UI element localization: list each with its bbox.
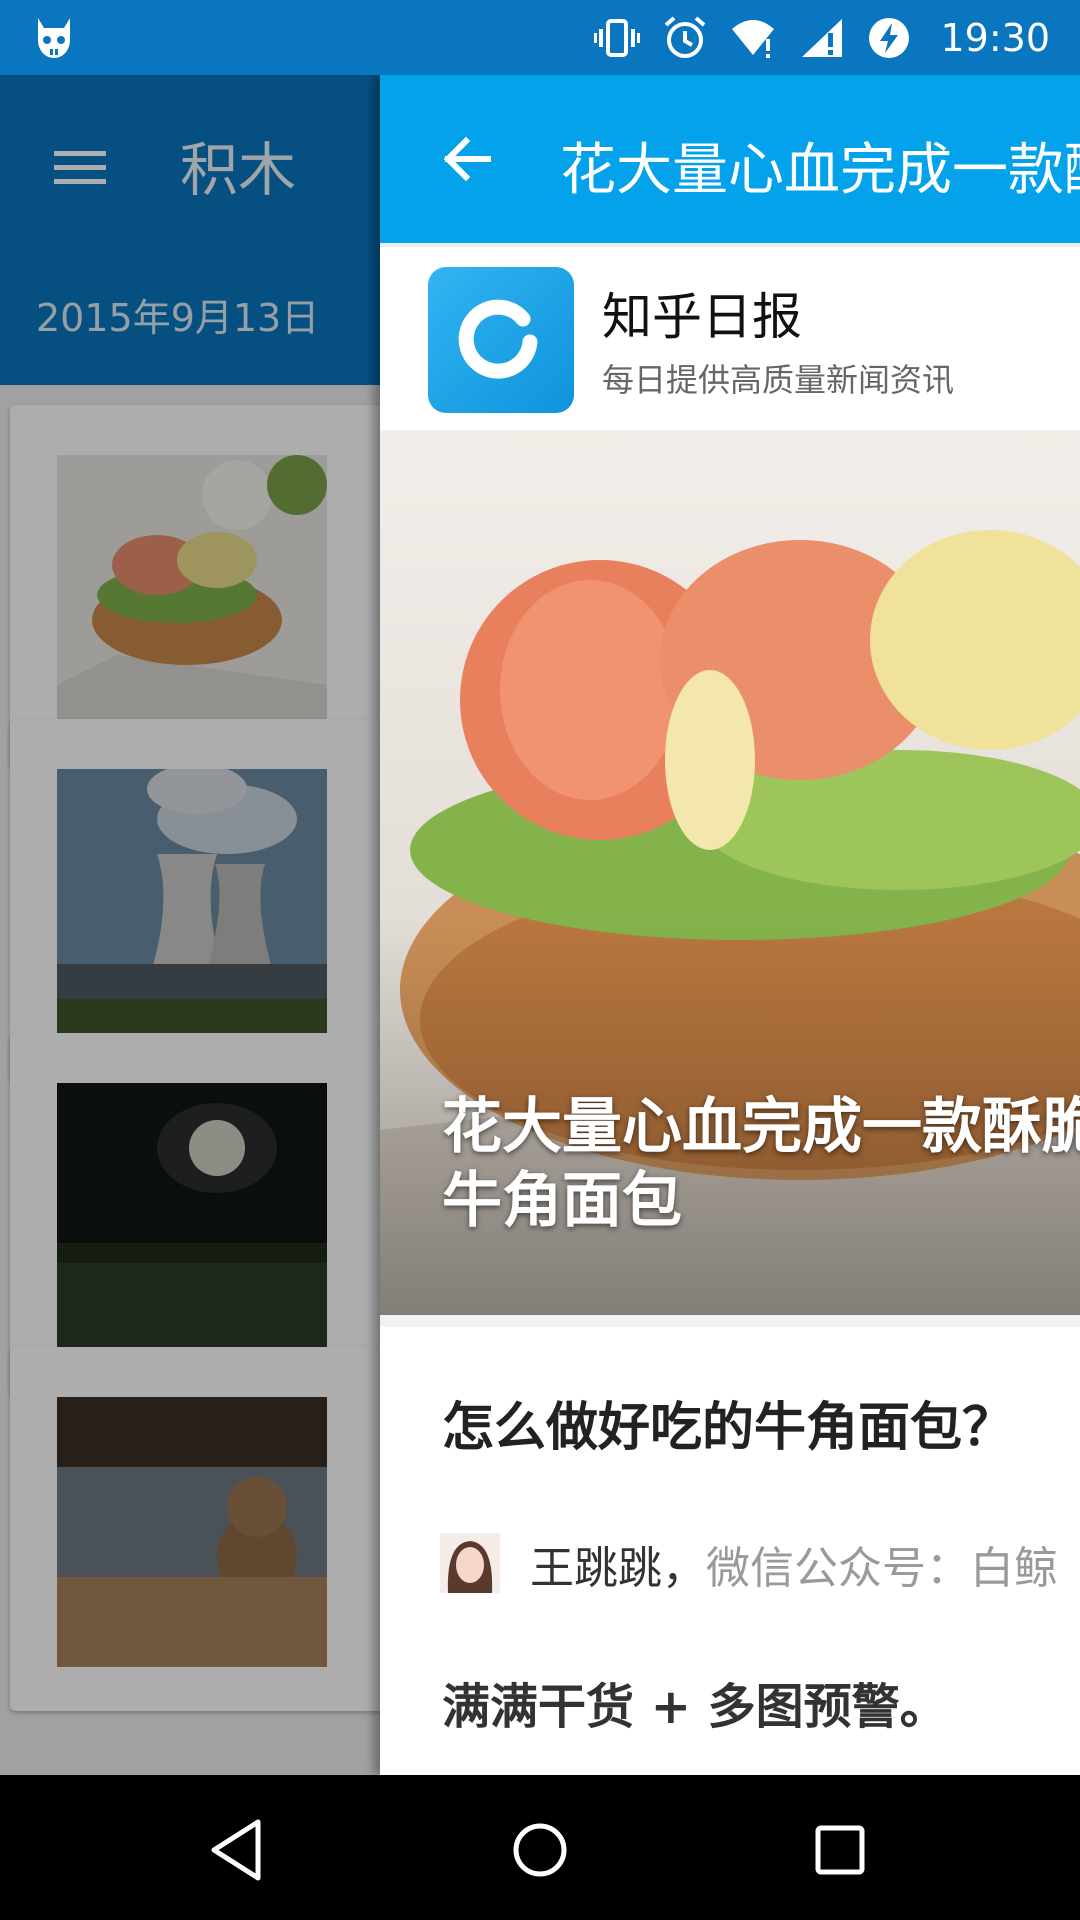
battery-charging-icon [869, 17, 910, 58]
avatar [440, 1533, 500, 1593]
logo-ring-icon [458, 299, 538, 379]
author-name[interactable]: 王跳跳， [530, 1543, 706, 1594]
status-bar: 19:30 [0, 0, 1080, 75]
app-notification-icon [38, 18, 70, 58]
wifi-icon [732, 19, 775, 58]
article-detail-panel: 花大量心血完成一款酥脆的牛角面包 知乎日报 每日提供高质量新闻资讯 [380, 75, 1080, 1775]
nav-recents-icon[interactable] [800, 1810, 880, 1890]
scrim [0, 75, 380, 1775]
nav-back-icon[interactable] [200, 1810, 280, 1890]
detail-title: 花大量心血完成一款酥脆的牛角面包 [560, 138, 1080, 203]
article-summary: 满满干货 + 多图预警。 [442, 1679, 948, 1735]
alarm-icon [665, 15, 706, 58]
hero-title: 花大量心血完成一款酥脆的牛角面包 [442, 1092, 1080, 1236]
hero-image: 花大量心血完成一款酥脆的牛角面包 [380, 430, 1080, 1315]
arrow-left-icon[interactable] [436, 127, 500, 191]
clock: 19:30 [940, 15, 1050, 60]
signal-icon [802, 18, 843, 57]
source-row[interactable]: 知乎日报 每日提供高质量新闻资讯 [380, 243, 1080, 430]
source-name: 知乎日报 [602, 288, 802, 346]
author-bio: 微信公众号：白鲸 [706, 1543, 1058, 1594]
author-line: 王跳跳，微信公众号：白鲸 [530, 1532, 1058, 1596]
article-body: 怎么做好吃的牛角面包？ 王跳跳，微信公众号：白鲸 满满干货 + 多图预警。 [380, 1315, 1080, 1775]
screen: 19:30 积木 2015年9月13日 花大量心血完成一款 知乎日报 每日提供高… [0, 0, 1080, 1920]
question-title: 怎么做好吃的牛角面包？ [442, 1398, 1015, 1458]
source-description: 每日提供高质量新闻资讯 [602, 361, 955, 399]
zhihu-daily-logo [428, 267, 574, 413]
nav-home-icon[interactable] [500, 1810, 580, 1890]
vibrate-icon [594, 18, 641, 57]
detail-toolbar: 花大量心血完成一款酥脆的牛角面包 [380, 75, 1080, 243]
navigation-bar [0, 1775, 1080, 1920]
